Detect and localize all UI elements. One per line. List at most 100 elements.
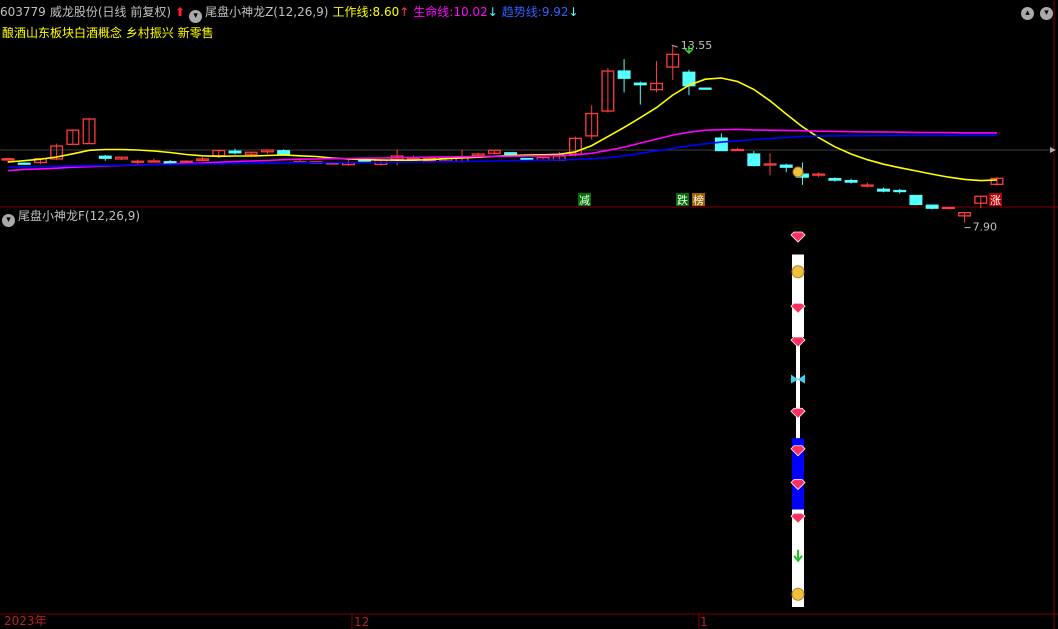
sub-indicator-name[interactable]: 尾盘小神龙F(12,26,9): [18, 209, 140, 223]
diamond-icon: [790, 445, 806, 457]
candle-down: [828, 177, 842, 181]
candle-down: [98, 155, 112, 159]
candle-down: [877, 188, 890, 192]
candle-down: [617, 70, 631, 79]
signal-marker-fall: 跌: [677, 193, 688, 207]
butterfly-icon: [791, 374, 805, 384]
money-bag-icon: [791, 587, 805, 601]
up-arrow-icon: ↑: [399, 5, 410, 19]
sub-bar-segment: [792, 479, 804, 510]
candle-down: [277, 150, 291, 156]
candle-up: [82, 118, 96, 145]
candle-down: [228, 150, 242, 154]
candle-down: [520, 157, 534, 161]
trend-line-value: 9.92: [541, 5, 569, 19]
candle-up: [455, 156, 469, 163]
candle-up: [763, 163, 777, 166]
diamond-icon: [790, 512, 806, 524]
signal-marker-reduce: 减: [579, 194, 590, 207]
money-bag-icon: [792, 166, 804, 178]
candle-up: [423, 157, 437, 162]
candle-down: [925, 204, 939, 209]
life-line-label: 生命线:: [413, 5, 454, 19]
sub-bar-segment: [792, 232, 804, 255]
candle-up: [390, 155, 404, 161]
stock-code: 603779: [0, 5, 46, 19]
candle-up: [1, 158, 15, 161]
candle-up: [406, 158, 420, 161]
series-line-2: [7, 134, 997, 168]
candle-up: [958, 212, 972, 217]
down-arrow-icon: ↓: [568, 5, 579, 19]
candle-up: [731, 148, 745, 152]
work-line-label: 工作线:: [332, 5, 373, 19]
candle-up: [115, 156, 128, 160]
candle-up: [536, 156, 550, 161]
series-line-1: [7, 128, 997, 172]
x-axis-label-year: 2023年: [4, 614, 47, 628]
candle-down: [844, 179, 858, 183]
candle-down: [747, 153, 761, 167]
red-up-arrow-icon: ⬆: [175, 5, 186, 19]
trend-line-label: 趋势线:: [501, 5, 542, 19]
candle-up: [196, 158, 210, 162]
candle-up: [260, 149, 274, 153]
options-chevron-icon[interactable]: ▾: [1040, 7, 1053, 20]
money-bag-icon: [791, 265, 805, 279]
high-marker: [671, 44, 678, 48]
candle-up: [812, 173, 826, 176]
sub-bar-segment: [792, 254, 804, 337]
signal-marker-list-box: [692, 193, 705, 206]
x-axis-label-month-12: 12: [354, 615, 370, 629]
candle-up: [212, 149, 226, 157]
sub-bar-segment: [792, 509, 804, 607]
candle-up: [179, 160, 193, 163]
collapse-chevron-icon[interactable]: ▴: [1021, 7, 1034, 20]
candle-up: [439, 157, 453, 162]
candle-up: [131, 160, 145, 163]
candle-up: [374, 159, 388, 166]
diamond-icon: [790, 336, 806, 348]
candle-up: [309, 161, 323, 164]
candle-up: [552, 155, 566, 161]
candle-up: [50, 145, 64, 160]
sub-bar-segment: [796, 378, 800, 439]
signal-marker-rise: 涨: [990, 194, 1001, 207]
candle-down: [779, 164, 793, 168]
candle-down: [17, 162, 31, 165]
candle-up: [990, 177, 1004, 185]
diamond-icon: [790, 302, 806, 314]
candle-down: [633, 82, 647, 86]
candle-up: [33, 158, 47, 164]
candle-up: [66, 129, 80, 145]
green-arrow-down-icon: [684, 46, 694, 55]
life-line-value: 10.02: [453, 5, 488, 19]
candle-up: [244, 151, 258, 155]
diamond-icon: [790, 231, 806, 243]
down-arrow-icon: ↓: [487, 5, 498, 19]
sub-chart-header: ▾ 尾盘小神龙F(12,26,9): [0, 207, 140, 227]
candle-up: [601, 70, 615, 112]
candle-up: [147, 160, 161, 163]
candle-down: [909, 194, 923, 206]
chart-header: 603779 威龙股份(日线 前复权) ⬆ ▾ 尾盘小神龙Z(12,26,9) 工作线:8…: [0, 2, 583, 23]
price-chart[interactable]: 13.55 7.90 减 跌榜 涨: [0, 0, 1058, 629]
candle-up: [293, 161, 307, 164]
sub-indicator-dropdown[interactable]: ▾: [2, 214, 15, 227]
candle-up: [666, 53, 680, 68]
period-label: (日线 前复权): [97, 5, 172, 19]
indicator-dropdown[interactable]: ▾: [189, 10, 203, 23]
candle-down: [682, 71, 696, 87]
low-price-label: 7.90: [973, 221, 998, 234]
candle-up: [650, 82, 664, 91]
candle-up: [974, 195, 988, 204]
work-line-value: 8.60: [372, 5, 400, 19]
candle-down: [504, 152, 518, 156]
sub-bar-segment: [796, 337, 800, 379]
candle-down: [358, 159, 372, 164]
green-arrow-down-icon: [793, 549, 803, 563]
diamond-icon: [790, 479, 806, 491]
indicator-name[interactable]: 尾盘小神龙Z(12,26,9): [205, 5, 328, 19]
candle-up: [860, 184, 874, 187]
stock-name: 威龙股份: [49, 5, 98, 19]
